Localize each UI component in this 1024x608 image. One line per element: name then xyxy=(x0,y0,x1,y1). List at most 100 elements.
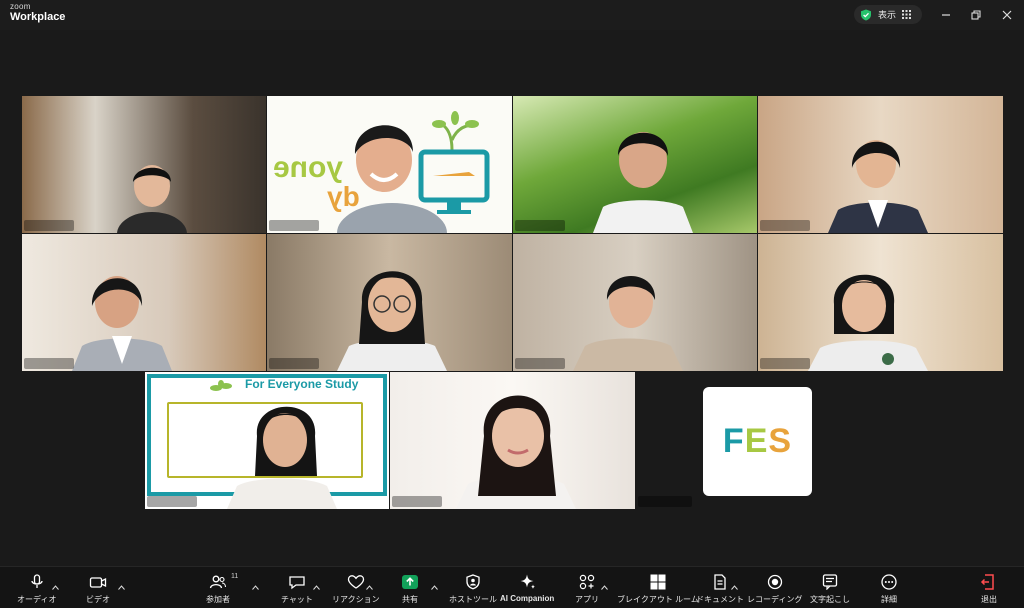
view-button[interactable]: 表示 xyxy=(854,5,922,24)
apps-icon xyxy=(579,574,595,590)
participant-video-5 xyxy=(72,260,172,371)
participants-options-caret[interactable] xyxy=(252,577,259,590)
record-icon xyxy=(767,574,782,590)
share-label: 共有 xyxy=(402,595,418,604)
minimize-icon xyxy=(942,14,950,16)
breakout-rooms-icon xyxy=(650,574,666,590)
participant-tile-3[interactable] xyxy=(513,96,757,233)
virtual-bg-text-1: yone xyxy=(273,151,344,184)
participant-video-8 xyxy=(808,264,928,371)
microphone-icon xyxy=(31,574,43,588)
video-options-caret[interactable] xyxy=(118,577,125,590)
participant-video-6 xyxy=(337,254,447,371)
meeting-controls-toolbar: オーディオ ビデオ 参加者 11 チャット リアクション 共有 ホストツール A… xyxy=(0,566,1024,608)
share-options-caret[interactable] xyxy=(431,577,438,590)
chevron-up-icon xyxy=(731,585,738,590)
chat-icon xyxy=(289,576,305,590)
fes-letter-e: E xyxy=(744,422,769,460)
name-tag xyxy=(760,358,810,369)
title-bar: zoom Workplace 表示 xyxy=(0,0,1024,30)
restore-icon xyxy=(971,10,981,20)
participant-video-9 xyxy=(227,388,337,509)
more-icon xyxy=(881,574,897,590)
apps-label: アプリ xyxy=(575,595,599,604)
participants-icon xyxy=(209,575,227,589)
ai-companion-label: AI Companion xyxy=(500,594,555,603)
video-button[interactable]: ビデオ xyxy=(86,573,110,605)
leave-label: 退出 xyxy=(981,595,997,604)
breakout-rooms-label: ブレイクアウト ルーム xyxy=(617,595,699,604)
participant-tile-5[interactable] xyxy=(22,234,266,371)
heart-icon xyxy=(347,575,364,589)
name-tag xyxy=(269,358,319,369)
document-icon xyxy=(714,574,726,590)
participant-tile-4[interactable] xyxy=(758,96,1003,233)
view-label: 表示 xyxy=(878,10,897,20)
participant-video-3 xyxy=(593,112,693,233)
fes-profile-picture: F E S xyxy=(703,387,812,496)
name-tag xyxy=(515,358,565,369)
ai-companion-button[interactable]: AI Companion xyxy=(500,573,554,603)
share-screen-icon xyxy=(402,575,418,589)
chevron-up-icon xyxy=(252,585,259,590)
more-button[interactable]: 詳細 xyxy=(880,573,898,605)
fes-letter-f: F xyxy=(722,422,745,460)
participants-label: 参加者 xyxy=(206,595,230,604)
participant-video-10 xyxy=(456,376,576,509)
host-tools-shield-icon xyxy=(466,574,480,590)
share-screen-button[interactable]: 共有 xyxy=(401,573,419,605)
audio-button[interactable]: オーディオ xyxy=(17,573,56,605)
minimize-button[interactable] xyxy=(936,5,956,25)
participant-tile-2-active-speaker[interactable]: yone dy xyxy=(267,96,512,233)
transcript-button[interactable]: 文字起こし xyxy=(810,573,850,605)
close-button[interactable] xyxy=(997,5,1017,25)
transcript-label: 文字起こし xyxy=(810,595,850,604)
breakout-rooms-button[interactable]: ブレイクアウト ルーム xyxy=(617,573,699,605)
apps-button[interactable]: アプリ xyxy=(575,573,599,605)
reactions-options-caret[interactable] xyxy=(366,577,373,590)
ai-companion-sparkle-icon xyxy=(520,574,536,589)
chevron-up-icon xyxy=(431,585,438,590)
participants-button[interactable]: 参加者 xyxy=(206,573,230,605)
name-tag xyxy=(392,496,442,507)
audio-options-caret[interactable] xyxy=(52,577,59,590)
host-tools-button[interactable]: ホストツール xyxy=(449,573,497,605)
leave-button[interactable]: 退出 xyxy=(980,573,998,605)
video-gallery: yone dy For Everyone Study F E S xyxy=(0,30,1024,566)
recording-label: レコーディング xyxy=(747,595,803,604)
participant-tile-7[interactable] xyxy=(513,234,757,371)
restore-button[interactable] xyxy=(966,5,986,25)
name-tag xyxy=(515,220,565,231)
participant-count-badge: 11 xyxy=(231,573,239,580)
apps-options-caret[interactable] xyxy=(601,577,608,590)
name-tag xyxy=(147,496,197,507)
documents-label: ドキュメント xyxy=(696,595,744,604)
zoom-workplace-logo: zoom Workplace xyxy=(10,3,65,23)
more-label: 詳細 xyxy=(881,595,897,604)
leave-door-icon xyxy=(980,574,994,590)
close-icon xyxy=(1002,10,1012,20)
grid-view-icon xyxy=(902,10,912,19)
brand-big-text: Workplace xyxy=(10,11,66,23)
name-tag xyxy=(760,220,810,231)
recording-button[interactable]: レコーディング xyxy=(747,573,802,605)
participant-video-7 xyxy=(573,264,683,371)
documents-options-caret[interactable] xyxy=(731,577,738,590)
chevron-up-icon xyxy=(366,585,373,590)
chat-options-caret[interactable] xyxy=(313,577,320,590)
participant-tile-9[interactable]: For Everyone Study xyxy=(145,372,389,509)
fes-letter-s: S xyxy=(768,422,793,460)
security-shield-icon xyxy=(861,9,871,20)
participant-tile-10[interactable] xyxy=(390,372,635,509)
participant-tile-1[interactable] xyxy=(22,96,266,233)
video-camera-icon xyxy=(89,577,107,588)
reactions-label: リアクション xyxy=(332,595,380,604)
name-tag xyxy=(24,220,74,231)
transcript-icon xyxy=(822,574,838,590)
name-tag xyxy=(24,358,74,369)
video-label: ビデオ xyxy=(86,595,110,604)
participant-tile-6[interactable] xyxy=(267,234,512,371)
chat-button[interactable]: チャット xyxy=(281,573,313,605)
participant-tile-8[interactable] xyxy=(758,234,1003,371)
participant-video-4 xyxy=(828,128,928,233)
